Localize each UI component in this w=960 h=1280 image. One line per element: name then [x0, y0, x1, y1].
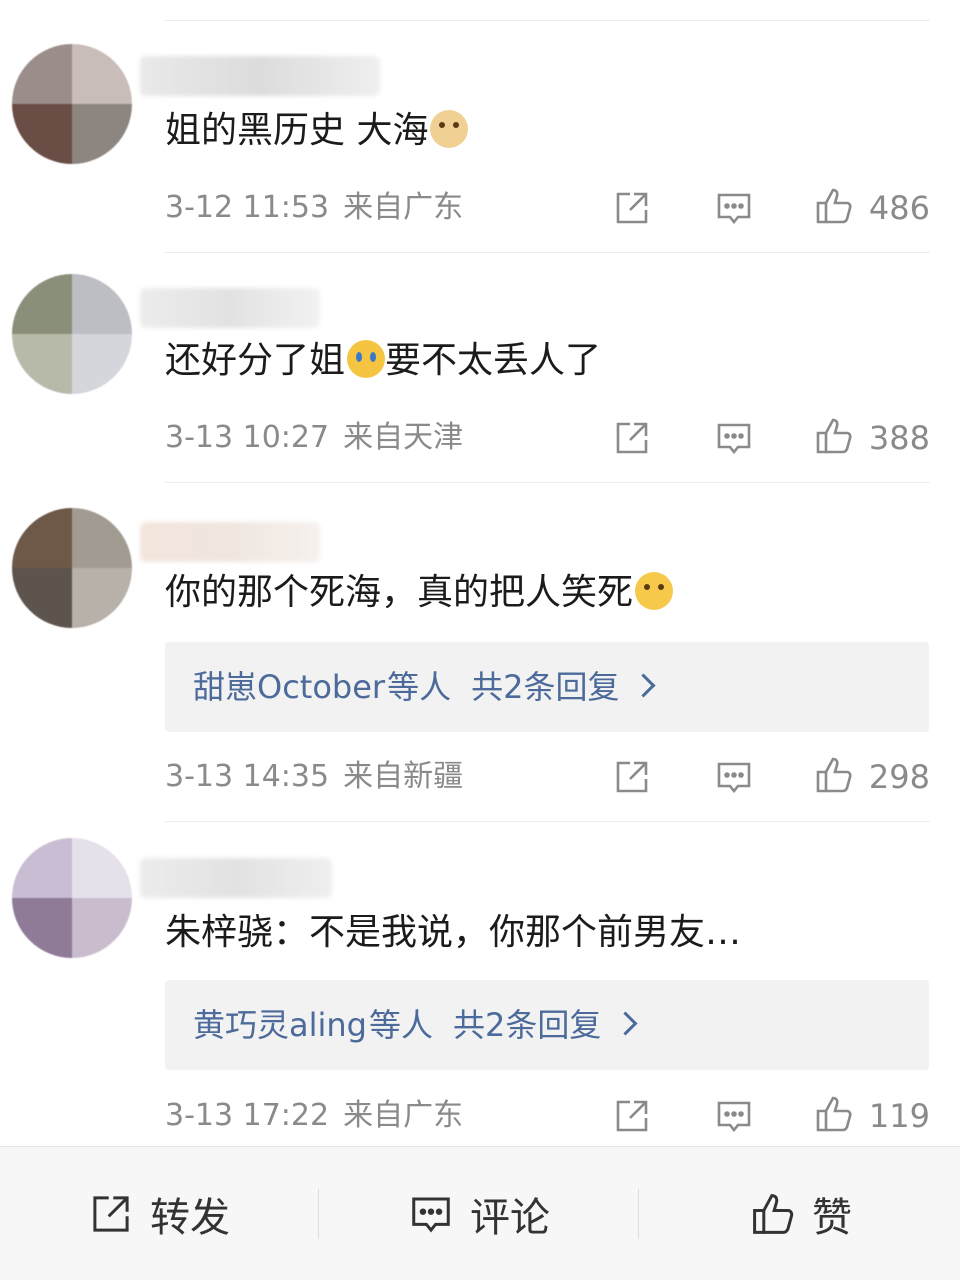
- repost-icon[interactable]: [612, 418, 652, 458]
- comment-text: 还好分了姐 要不太丢人了: [165, 340, 602, 381]
- comment-text: 你的那个死海，真的把人笑死: [165, 570, 674, 616]
- like-count: 119: [868, 1097, 930, 1135]
- repost-button[interactable]: 转发: [88, 1147, 230, 1280]
- comment-time: 3-13 14:35: [165, 759, 330, 794]
- reply-count[interactable]: 共2条回复: [453, 1006, 601, 1044]
- repost-icon[interactable]: [612, 1096, 652, 1136]
- comment-time: 3-13 10:27: [165, 420, 330, 455]
- reply-users[interactable]: 甜崽October: [193, 668, 385, 706]
- like-label: 赞: [812, 1194, 852, 1241]
- comment-label: 评论: [470, 1194, 550, 1241]
- divider: [165, 821, 930, 822]
- comment-location: 来自新疆: [343, 759, 464, 794]
- like-icon[interactable]: [814, 1094, 854, 1134]
- comment-icon[interactable]: [714, 757, 754, 797]
- username-blurred[interactable]: [140, 858, 332, 898]
- replies-preview[interactable]: 黄巧灵aling等人 共2条回复: [165, 980, 929, 1070]
- separator: [318, 1189, 319, 1239]
- comment-meta: 3-13 10:27 来自天津: [165, 418, 463, 458]
- avatar[interactable]: [12, 508, 132, 628]
- comment-time: 3-12 11:53: [165, 190, 330, 225]
- divider: [165, 482, 930, 483]
- repost-icon[interactable]: [612, 757, 652, 797]
- comment-location: 来自天津: [343, 420, 464, 455]
- bottom-action-bar: 转发 评论 赞: [0, 1146, 960, 1280]
- like-icon[interactable]: [814, 755, 854, 795]
- repost-icon[interactable]: [612, 188, 652, 228]
- comment-location: 来自广东: [343, 1098, 464, 1133]
- chevron-right-icon: [631, 673, 656, 698]
- replies-preview[interactable]: 甜崽October等人 共2条回复: [165, 642, 929, 732]
- comment-icon: [412, 1197, 450, 1232]
- comment-meta: 3-12 11:53 来自广东: [165, 188, 463, 228]
- like-count: 388: [868, 419, 930, 457]
- avatar[interactable]: [12, 838, 132, 958]
- comment-text: 朱梓骁：不是我说，你那个前男友…: [165, 912, 742, 953]
- like-icon: [753, 1193, 794, 1234]
- comment-icon[interactable]: [714, 1096, 754, 1136]
- username-blurred[interactable]: [140, 522, 320, 562]
- comment-meta: 3-13 14:35 来自新疆: [165, 757, 463, 797]
- like-icon[interactable]: [814, 186, 854, 226]
- chevron-right-icon: [613, 1011, 638, 1036]
- repost-label: 转发: [150, 1194, 230, 1241]
- comment-button[interactable]: 评论: [408, 1147, 550, 1280]
- like-count: 298: [868, 758, 930, 796]
- like-button[interactable]: 赞: [750, 1147, 852, 1280]
- repost-icon: [93, 1195, 129, 1232]
- comment-location: 来自广东: [343, 190, 464, 225]
- reply-users[interactable]: 黄巧灵aling: [193, 1006, 367, 1044]
- comment-text: 姐的黑历史 大海: [165, 108, 469, 154]
- reply-count[interactable]: 共2条回复: [471, 668, 619, 706]
- separator: [638, 1189, 639, 1239]
- avatar[interactable]: [12, 44, 132, 164]
- username-blurred[interactable]: [140, 288, 320, 328]
- crying-emoji-icon: [347, 340, 386, 378]
- comment-icon[interactable]: [714, 188, 754, 228]
- laughing-emoji-icon: [635, 572, 674, 610]
- comment-time: 3-13 17:22: [165, 1098, 330, 1133]
- like-icon[interactable]: [814, 416, 854, 456]
- reply-suffix: 等人: [387, 668, 452, 706]
- username-blurred[interactable]: [140, 56, 380, 96]
- reply-suffix: 等人: [369, 1006, 434, 1044]
- comment-icon[interactable]: [714, 418, 754, 458]
- divider: [165, 252, 930, 253]
- top-divider: [165, 20, 930, 21]
- like-count: 486: [868, 189, 930, 227]
- avatar[interactable]: [12, 274, 132, 394]
- doge-emoji-icon: [430, 110, 469, 148]
- comment-meta: 3-13 17:22 来自广东: [165, 1096, 463, 1136]
